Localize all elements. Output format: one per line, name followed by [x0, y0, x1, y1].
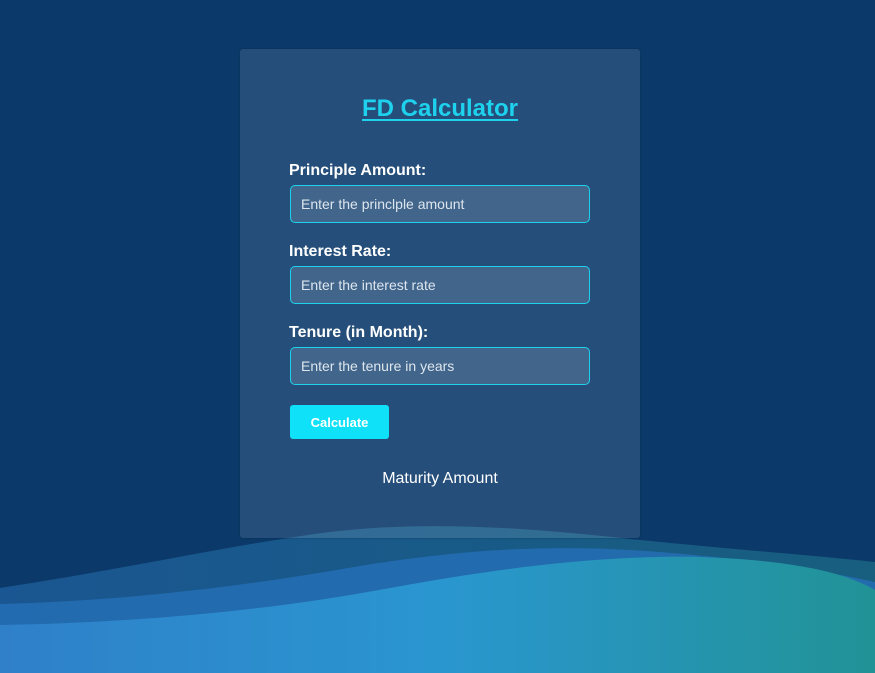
calculate-button[interactable]: Calculate — [290, 405, 389, 439]
calculator-card: FD Calculator Principle Amount: Interest… — [240, 49, 640, 538]
principal-input[interactable] — [290, 185, 590, 223]
tenure-label: Tenure (in Month): — [289, 324, 429, 341]
page-title[interactable]: FD Calculator — [240, 95, 640, 123]
interest-input[interactable] — [290, 266, 590, 304]
principal-label: Principle Amount: — [289, 162, 427, 179]
maturity-amount-text: Maturity Amount — [382, 470, 498, 487]
interest-label: Interest Rate: — [289, 243, 392, 260]
tenure-input[interactable] — [290, 347, 590, 385]
page: FD Calculator Principle Amount: Interest… — [0, 0, 875, 673]
